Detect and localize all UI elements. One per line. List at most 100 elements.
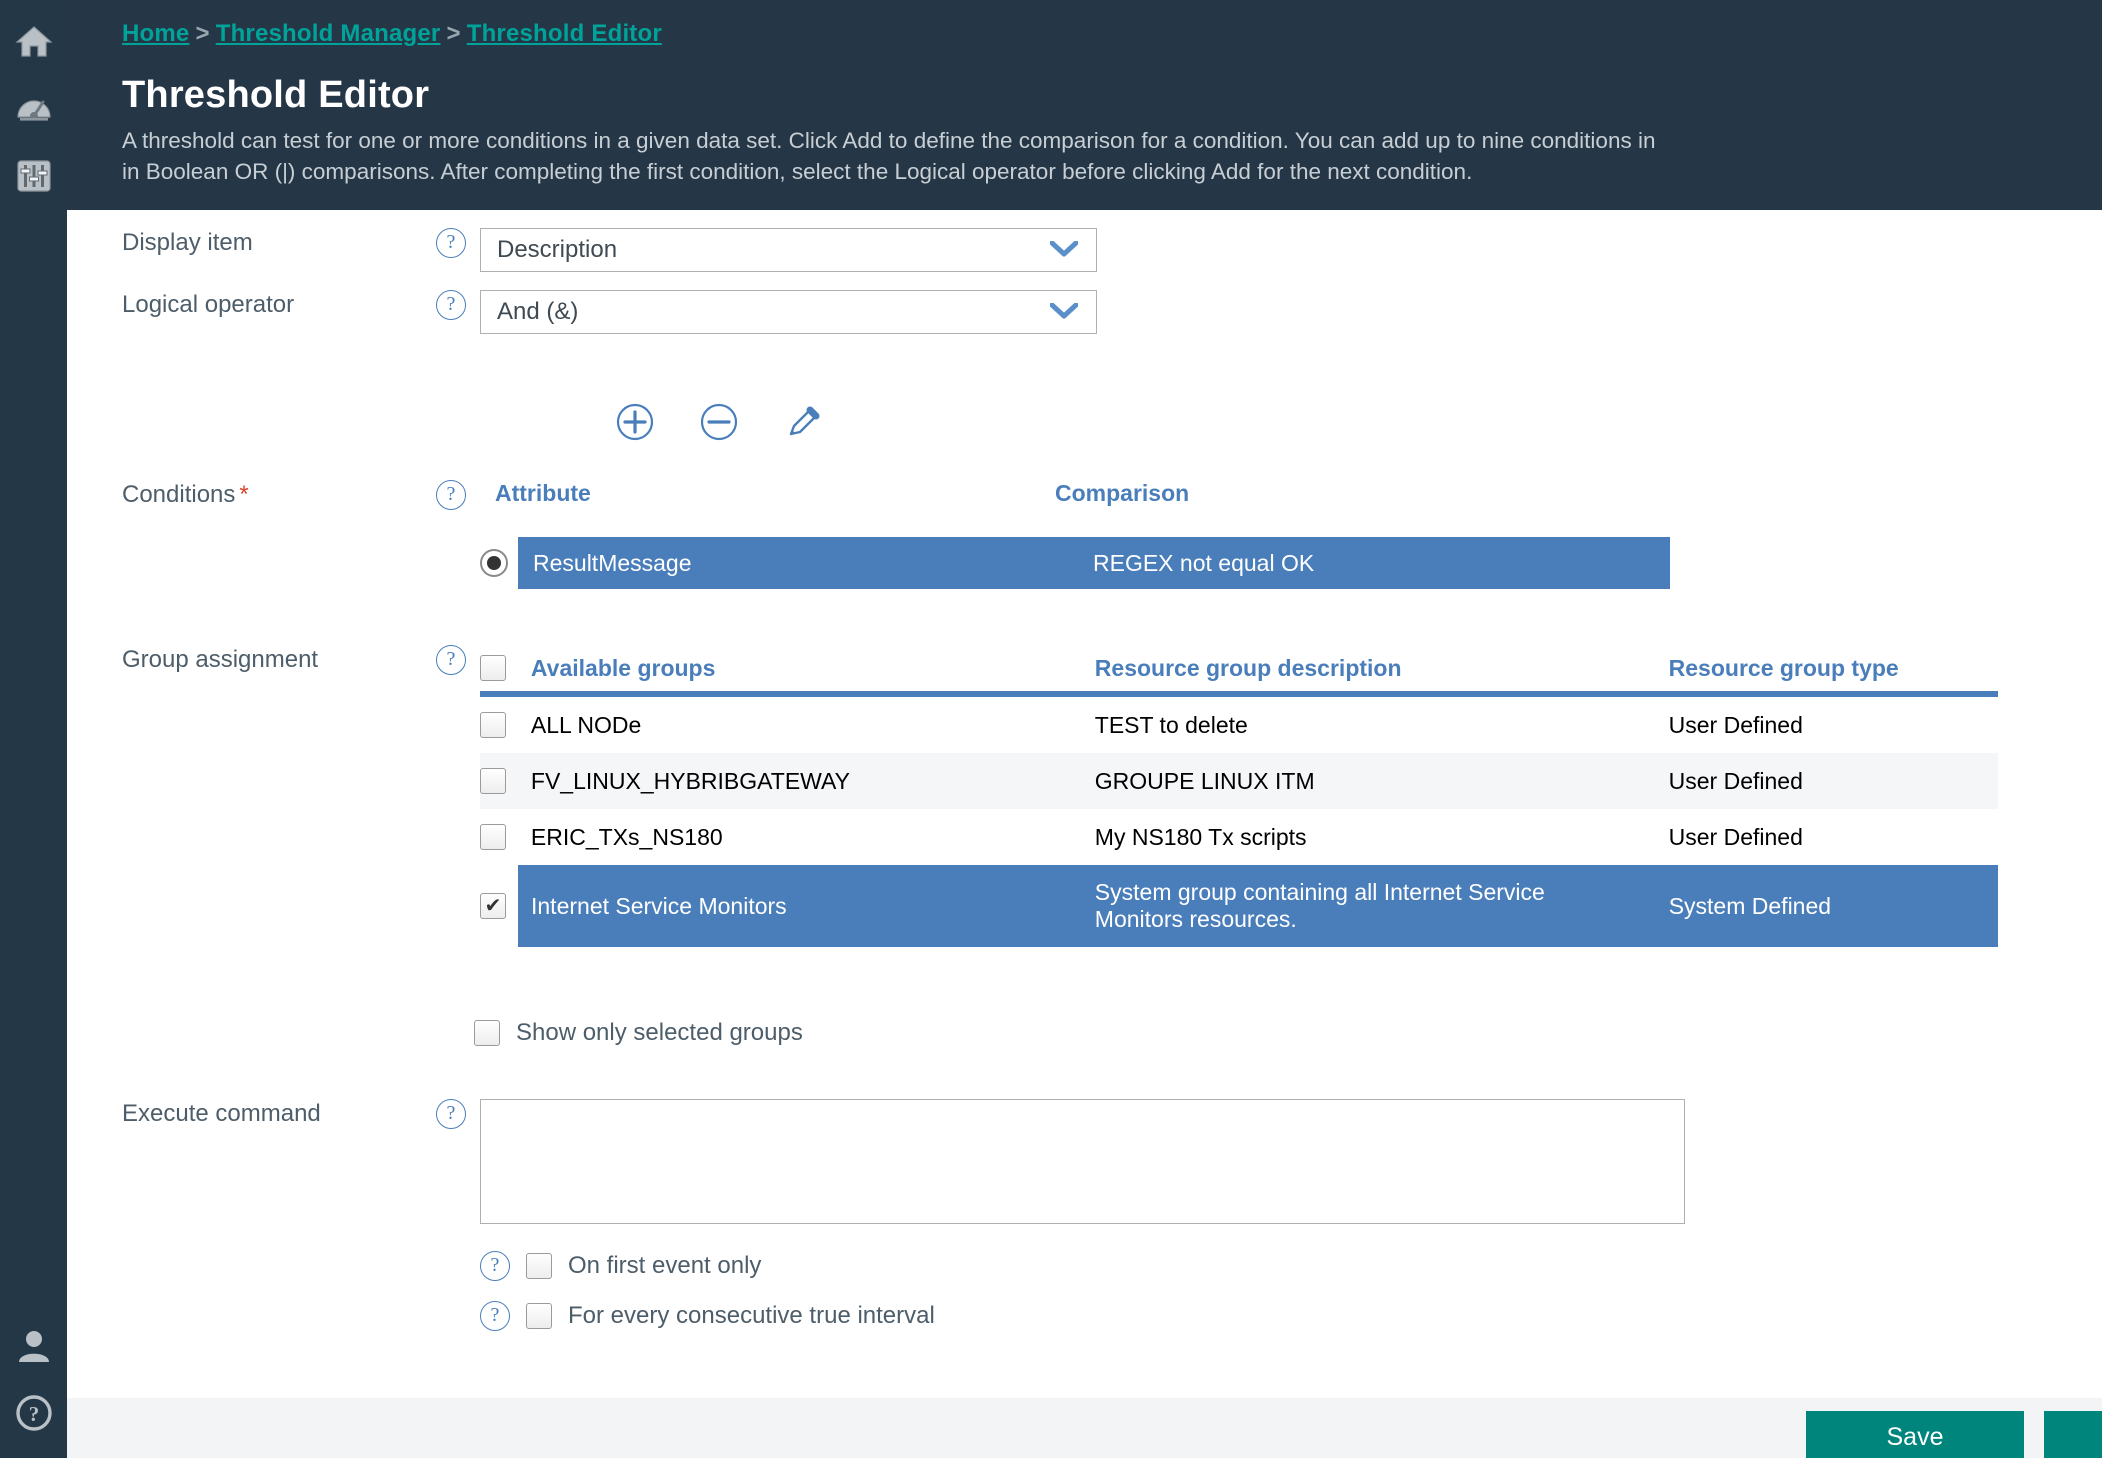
group-name: FV_LINUX_HYBRIBGATEWAY: [530, 767, 851, 794]
group-type: User Defined: [1668, 767, 1803, 794]
chevron-down-icon: [1049, 298, 1079, 326]
group-description: TEST to delete: [1094, 711, 1248, 738]
logical-operator-select[interactable]: And (&): [480, 290, 1097, 334]
breadcrumb-item-threshold-editor[interactable]: Threshold Editor: [467, 20, 662, 47]
select-all-cell: [480, 655, 518, 681]
group-assignment-help-icon[interactable]: ?: [436, 645, 466, 675]
edit-condition-button[interactable]: [783, 402, 823, 442]
group-checkbox[interactable]: [480, 893, 506, 919]
show-only-selected-checkbox[interactable]: [474, 1020, 500, 1046]
execute-command-help-icon[interactable]: ?: [436, 1099, 466, 1129]
group-type: System Defined: [1668, 892, 1832, 919]
left-sidebar: ?: [0, 0, 67, 1458]
breadcrumb: Home > Threshold Manager > Threshold Editor: [122, 20, 2102, 48]
row-checkbox-cell: [480, 893, 518, 919]
table-row[interactable]: ResultMessage REGEX not equal OK: [518, 537, 1670, 589]
conditions-label: Conditions *: [67, 480, 422, 510]
show-only-selected-row: Show only selected groups: [474, 1019, 1998, 1047]
page-header: Home > Threshold Manager > Threshold Editor …: [67, 0, 2102, 210]
action-footer: Save Cancel: [67, 1398, 2102, 1458]
display-item-select[interactable]: Description: [480, 228, 1097, 272]
page-description: A threshold can test for one or more con…: [122, 128, 1656, 184]
sliders-settings-icon[interactable]: [0, 142, 67, 209]
display-item-help-wrap: ?: [422, 228, 480, 258]
for-every-consecutive-help-icon[interactable]: ?: [480, 1301, 510, 1331]
condition-comparison: REGEX not equal OK: [1093, 549, 1315, 576]
logical-operator-value: And (&): [497, 298, 579, 325]
cancel-button[interactable]: Cancel: [2044, 1411, 2102, 1458]
form-body: Display item ? Description Logical opera…: [67, 228, 2102, 1458]
group-checkbox[interactable]: [480, 824, 506, 850]
logical-operator-row: Logical operator ? And (&): [67, 290, 2102, 334]
conditions-row-wrapper: ResultMessage REGEX not equal OK: [480, 537, 1670, 589]
column-header-attribute: Attribute: [495, 480, 591, 506]
select-all-checkbox[interactable]: [480, 655, 506, 681]
group-description: My NS180 Tx scripts: [1094, 823, 1307, 850]
table-row[interactable]: FV_LINUX_HYBRIBGATEWAY GROUPE LINUX ITM …: [480, 753, 1998, 809]
display-item-help-icon[interactable]: ?: [436, 228, 466, 258]
on-first-event-only-row: ? On first event only: [480, 1251, 1685, 1281]
threshold-editor-page: ? Home > Threshold Manager > Threshold Edito…: [0, 0, 2102, 1458]
condition-attribute: ResultMessage: [533, 549, 692, 576]
user-icon[interactable]: [0, 1312, 67, 1379]
conditions-row: Conditions * ? Attribute Comparison Resul…: [67, 480, 2102, 589]
conditions-table-header: Attribute Comparison: [480, 480, 1670, 507]
execute-command-input[interactable]: [480, 1099, 1685, 1224]
page-title: Threshold Editor: [122, 74, 430, 116]
add-condition-button[interactable]: [615, 402, 655, 442]
conditions-help-icon[interactable]: ?: [436, 480, 466, 510]
display-item-value: Description: [497, 236, 618, 263]
table-row[interactable]: ERIC_TXs_NS180 My NS180 Tx scripts User …: [480, 809, 1998, 865]
home-icon[interactable]: [0, 8, 67, 75]
group-table-header: Available groups Resource group descript…: [480, 645, 1998, 691]
group-checkbox[interactable]: [480, 768, 506, 794]
dashboard-gauge-icon[interactable]: [0, 75, 67, 142]
row-checkbox-cell: [480, 768, 518, 794]
group-description: GROUPE LINUX ITM: [1094, 767, 1315, 794]
column-header-available-groups: Available groups: [530, 654, 716, 681]
row-checkbox-cell: [480, 712, 518, 738]
group-assignment-row: Group assignment ? Available groups Reso…: [67, 645, 2102, 1047]
sidebar-bottom-group: ?: [0, 1312, 67, 1446]
main-pane: Home > Threshold Manager > Threshold Editor …: [67, 0, 2102, 1458]
show-only-selected-label: Show only selected groups: [516, 1019, 803, 1046]
chevron-down-icon: [1049, 236, 1079, 264]
breadcrumb-separator: >: [446, 20, 461, 47]
execute-command-label: Execute command: [122, 1100, 321, 1127]
execute-command-group: ? On first event only ? For every consec…: [480, 1099, 1685, 1331]
for-every-consecutive-checkbox[interactable]: [526, 1303, 552, 1329]
conditions-label-text: Conditions: [122, 481, 236, 508]
remove-condition-button[interactable]: [699, 402, 739, 442]
condition-radio[interactable]: [480, 549, 508, 577]
logical-operator-help-wrap: ?: [422, 290, 480, 320]
group-type: User Defined: [1668, 823, 1803, 850]
for-every-consecutive-label: For every consecutive true interval: [568, 1302, 935, 1329]
column-header-resource-group-description: Resource group description: [1094, 654, 1402, 681]
column-header-comparison: Comparison: [1055, 480, 1190, 506]
display-item-label: Display item: [122, 229, 253, 256]
on-first-event-only-label: On first event only: [568, 1252, 762, 1279]
group-description: System group containing all Internet Ser…: [1094, 879, 1545, 932]
group-name: Internet Service Monitors: [531, 892, 787, 919]
on-first-event-only-checkbox[interactable]: [526, 1253, 552, 1279]
group-assignment-label: Group assignment: [122, 646, 319, 673]
execute-command-row: Execute command ? ? On first event only …: [67, 1099, 2102, 1331]
on-first-event-only-help-icon[interactable]: ?: [480, 1251, 510, 1281]
conditions-help-wrap: ?: [422, 480, 480, 510]
row-checkbox-cell: [480, 824, 518, 850]
save-button[interactable]: Save: [1806, 1411, 2024, 1458]
logical-operator-help-icon[interactable]: ?: [436, 290, 466, 320]
help-icon[interactable]: ?: [0, 1379, 67, 1446]
breadcrumb-item-threshold-manager[interactable]: Threshold Manager: [216, 20, 441, 47]
breadcrumb-separator: >: [195, 20, 210, 47]
table-row[interactable]: Internet Service Monitors System group c…: [518, 865, 1998, 947]
breadcrumb-item-home[interactable]: Home: [122, 20, 189, 47]
group-checkbox[interactable]: [480, 712, 506, 738]
logical-operator-label: Logical operator: [122, 291, 295, 318]
condition-toolbar: [67, 402, 2102, 442]
group-name: ERIC_TXs_NS180: [530, 823, 723, 850]
execute-command-help-wrap: ?: [422, 1099, 480, 1129]
group-type: User Defined: [1668, 711, 1803, 738]
table-row[interactable]: ALL NODe TEST to delete User Defined: [480, 697, 1998, 753]
